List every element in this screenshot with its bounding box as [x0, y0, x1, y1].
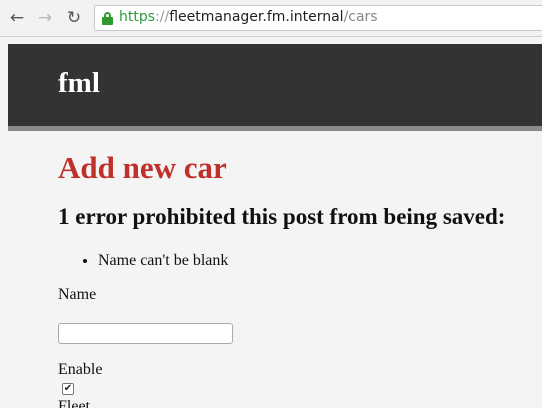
enable-checkbox[interactable]: ✔	[62, 383, 74, 395]
url-host: fleetmanager.fm.internal	[169, 9, 344, 25]
forward-arrow-icon[interactable]: →	[35, 8, 55, 28]
address-bar[interactable]: https://fleetmanager.fm.internal/cars	[94, 5, 542, 31]
page-title: Add new car	[58, 150, 227, 185]
header-bottom-border	[8, 126, 542, 131]
name-label: Name	[58, 286, 97, 303]
url-scheme: https	[119, 9, 156, 25]
url-separator: ://	[155, 9, 170, 25]
lock-icon	[102, 12, 113, 25]
url-path: /cars	[343, 9, 378, 25]
browser-toolbar: ← → ↻ https://fleetmanager.fm.internal/c…	[0, 0, 542, 36]
reload-icon[interactable]: ↻	[64, 8, 84, 28]
name-field[interactable]	[58, 323, 233, 344]
error-item: Name can't be blank	[98, 252, 228, 270]
fleet-label: Fleet	[58, 398, 90, 408]
error-heading: 1 error prohibited this post from being …	[58, 204, 506, 229]
back-arrow-icon[interactable]: ←	[7, 8, 27, 28]
site-header: fml	[8, 44, 542, 126]
enable-label: Enable	[58, 361, 103, 378]
url-text: https://fleetmanager.fm.internal/cars	[119, 9, 378, 25]
toolbar-divider	[0, 36, 542, 37]
error-list: Name can't be blank	[80, 252, 228, 270]
brand-logo[interactable]: fml	[58, 67, 100, 100]
